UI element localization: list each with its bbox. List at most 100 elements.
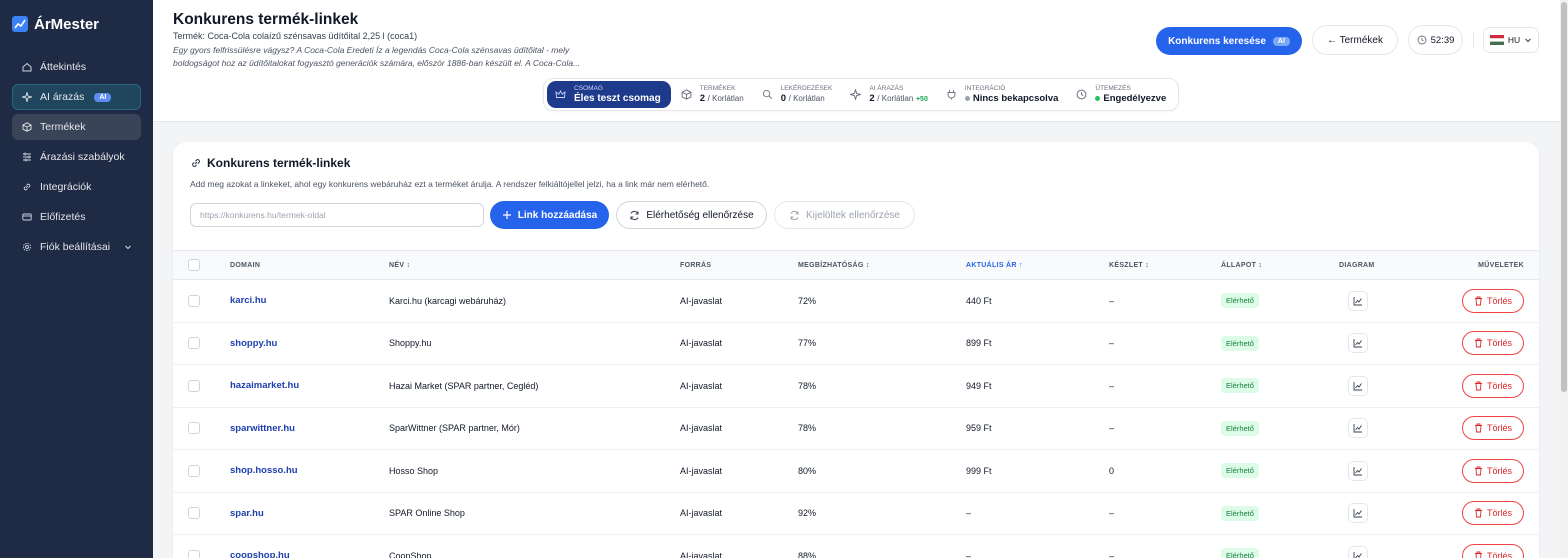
diagram-button[interactable] bbox=[1348, 333, 1368, 354]
row-checkbox[interactable] bbox=[188, 294, 200, 307]
row-checkbox[interactable] bbox=[188, 422, 200, 435]
row-source: AI-javaslat bbox=[680, 295, 723, 306]
diagram-button[interactable] bbox=[1348, 460, 1368, 481]
link-icon bbox=[22, 182, 32, 192]
row-select-cell bbox=[188, 280, 200, 322]
delete-button[interactable]: Törlés bbox=[1462, 288, 1524, 313]
row-checkbox[interactable] bbox=[188, 337, 200, 350]
row-checkbox[interactable] bbox=[188, 549, 200, 558]
column-name[interactable]: NÉV ↕ bbox=[389, 251, 410, 279]
row-select-cell bbox=[188, 408, 200, 450]
trend-chart-icon bbox=[12, 16, 28, 32]
sidebar-item-products[interactable]: Termékek bbox=[12, 114, 141, 140]
column-source: FORRÁS bbox=[680, 261, 712, 269]
column-diagram: DIAGRAM bbox=[1339, 261, 1375, 269]
stat-label: ÜTEMEZÉS bbox=[1095, 85, 1131, 92]
sidebar-item-integrations[interactable]: Integrációk bbox=[12, 174, 141, 200]
column-status[interactable]: ÁLLAPOT ↕ bbox=[1221, 251, 1262, 279]
clock-icon bbox=[1076, 89, 1087, 100]
delete-button[interactable]: Törlés bbox=[1462, 458, 1524, 483]
diagram-button[interactable] bbox=[1348, 545, 1368, 558]
delete-label: Törlés bbox=[1486, 380, 1512, 391]
delete-button[interactable]: Törlés bbox=[1462, 543, 1524, 558]
sidebar-item-subscription[interactable]: Előfizetés bbox=[12, 204, 141, 230]
row-status-cell: Elérhető bbox=[1221, 408, 1259, 450]
check-selected-button[interactable]: Kijelöltek ellenőrzése bbox=[774, 201, 915, 229]
chevron-down-icon[interactable] bbox=[124, 243, 132, 251]
delete-button[interactable]: Törlés bbox=[1462, 416, 1524, 441]
row-domain-link[interactable]: shop.hosso.hu bbox=[230, 450, 298, 492]
sliders-icon bbox=[22, 152, 32, 162]
table-row[interactable]: karci.hu Karci.hu (karcagi webáruház) AI… bbox=[173, 280, 1539, 323]
row-actions-cell: Törlés bbox=[1462, 323, 1524, 365]
row-domain-link[interactable]: spar.hu bbox=[230, 493, 264, 535]
row-actions-cell: Törlés bbox=[1462, 408, 1524, 450]
table-row[interactable]: hazaimarket.hu Hazai Market (SPAR partne… bbox=[173, 365, 1539, 408]
column-reliability[interactable]: MEGBÍZHATÓSÁG ↕ bbox=[798, 251, 870, 279]
row-domain-link[interactable]: hazaimarket.hu bbox=[230, 365, 299, 407]
table-row[interactable]: shoppy.hu Shoppy.hu AI-javaslat 77% 899 … bbox=[173, 323, 1539, 365]
add-link-button[interactable]: Link hozzáadása bbox=[490, 201, 609, 229]
sidebar-item-overview[interactable]: Áttekintés bbox=[12, 54, 141, 80]
row-domain-link[interactable]: coopshop.hu bbox=[230, 535, 290, 558]
sidebar-item-label: Áttekintés bbox=[40, 61, 87, 73]
back-label: ← Termékek bbox=[1327, 34, 1383, 46]
stat-label: INTEGRÁCIÓ bbox=[964, 85, 1006, 92]
add-link-label: Link hozzáadása bbox=[517, 209, 598, 221]
line-chart-icon bbox=[1353, 551, 1363, 558]
row-domain-link[interactable]: shoppy.hu bbox=[230, 323, 277, 365]
back-to-products-button[interactable]: ← Termékek bbox=[1312, 25, 1398, 55]
delete-button[interactable]: Törlés bbox=[1462, 373, 1524, 398]
search-competitors-button[interactable]: Konkurens keresése AI bbox=[1156, 27, 1302, 55]
row-price: 959 Ft bbox=[966, 423, 992, 434]
trash-icon bbox=[1474, 296, 1483, 306]
row-name: Karci.hu (karcagi webáruház) bbox=[389, 295, 507, 306]
column-price[interactable]: AKTUÁLIS ÁR ↑ bbox=[966, 251, 1023, 279]
delete-button[interactable]: Törlés bbox=[1462, 501, 1524, 526]
search-competitors-label: Konkurens keresése bbox=[1168, 35, 1266, 47]
competitor-url-input[interactable] bbox=[190, 203, 484, 227]
table-row[interactable]: sparwittner.hu SparWittner (SPAR partner… bbox=[173, 408, 1539, 450]
scrollbar[interactable] bbox=[1560, 0, 1568, 558]
sparkle-icon bbox=[850, 89, 862, 100]
sidebar-item-account-settings[interactable]: Fiók beállításai bbox=[12, 234, 141, 260]
row-stock: – bbox=[1109, 423, 1115, 434]
diagram-button[interactable] bbox=[1348, 375, 1368, 396]
status-dot bbox=[964, 95, 970, 101]
diagram-button[interactable] bbox=[1348, 503, 1368, 524]
status-dot bbox=[1095, 95, 1101, 101]
sidebar-item-ai-pricing[interactable]: AI árazás AI bbox=[12, 84, 141, 110]
row-source: AI-javaslat bbox=[680, 338, 723, 349]
row-domain-link[interactable]: karci.hu bbox=[230, 280, 266, 322]
row-checkbox[interactable] bbox=[188, 379, 200, 392]
header-divider bbox=[1473, 31, 1474, 49]
app-name: ÁrMester bbox=[34, 15, 100, 33]
ai-badge: AI bbox=[94, 92, 112, 102]
refresh-icon bbox=[629, 210, 640, 221]
stat-package[interactable]: CSOMAG Éles teszt csomag bbox=[547, 81, 671, 108]
table-row[interactable]: spar.hu SPAR Online Shop AI-javaslat 92%… bbox=[173, 493, 1539, 535]
diagram-button[interactable] bbox=[1348, 418, 1368, 439]
search-icon bbox=[762, 89, 773, 100]
column-stock[interactable]: KÉSZLET ↕ bbox=[1109, 251, 1149, 279]
language-selector[interactable]: HU bbox=[1483, 27, 1539, 53]
table-row[interactable]: shop.hosso.hu Hosso Shop AI-javaslat 80%… bbox=[173, 450, 1539, 493]
table-row[interactable]: coopshop.hu CoopShop AI-javaslat 88% – –… bbox=[173, 535, 1539, 558]
select-all-cell bbox=[188, 251, 200, 279]
row-stock: 0 bbox=[1109, 465, 1115, 476]
credit-card-icon bbox=[22, 212, 32, 222]
delete-button[interactable]: Törlés bbox=[1462, 331, 1524, 356]
select-all-checkbox[interactable] bbox=[188, 259, 200, 271]
row-checkbox[interactable] bbox=[188, 464, 200, 477]
status-badge: Elérhető bbox=[1221, 293, 1259, 309]
line-chart-icon bbox=[1353, 338, 1363, 348]
app-logo[interactable]: ÁrMester bbox=[0, 0, 153, 48]
product-line: Termék: Coca-Cola colaízű szénsavas üdít… bbox=[173, 31, 418, 41]
check-availability-button[interactable]: Elérhetőség ellenőrzése bbox=[616, 201, 767, 229]
scrollbar-thumb[interactable] bbox=[1561, 2, 1567, 392]
row-domain-link[interactable]: sparwittner.hu bbox=[230, 408, 295, 450]
diagram-button[interactable] bbox=[1348, 290, 1368, 311]
row-checkbox[interactable] bbox=[188, 507, 200, 520]
row-diagram-cell bbox=[1348, 365, 1368, 407]
sidebar-item-pricing-rules[interactable]: Árazási szabályok bbox=[12, 144, 141, 170]
